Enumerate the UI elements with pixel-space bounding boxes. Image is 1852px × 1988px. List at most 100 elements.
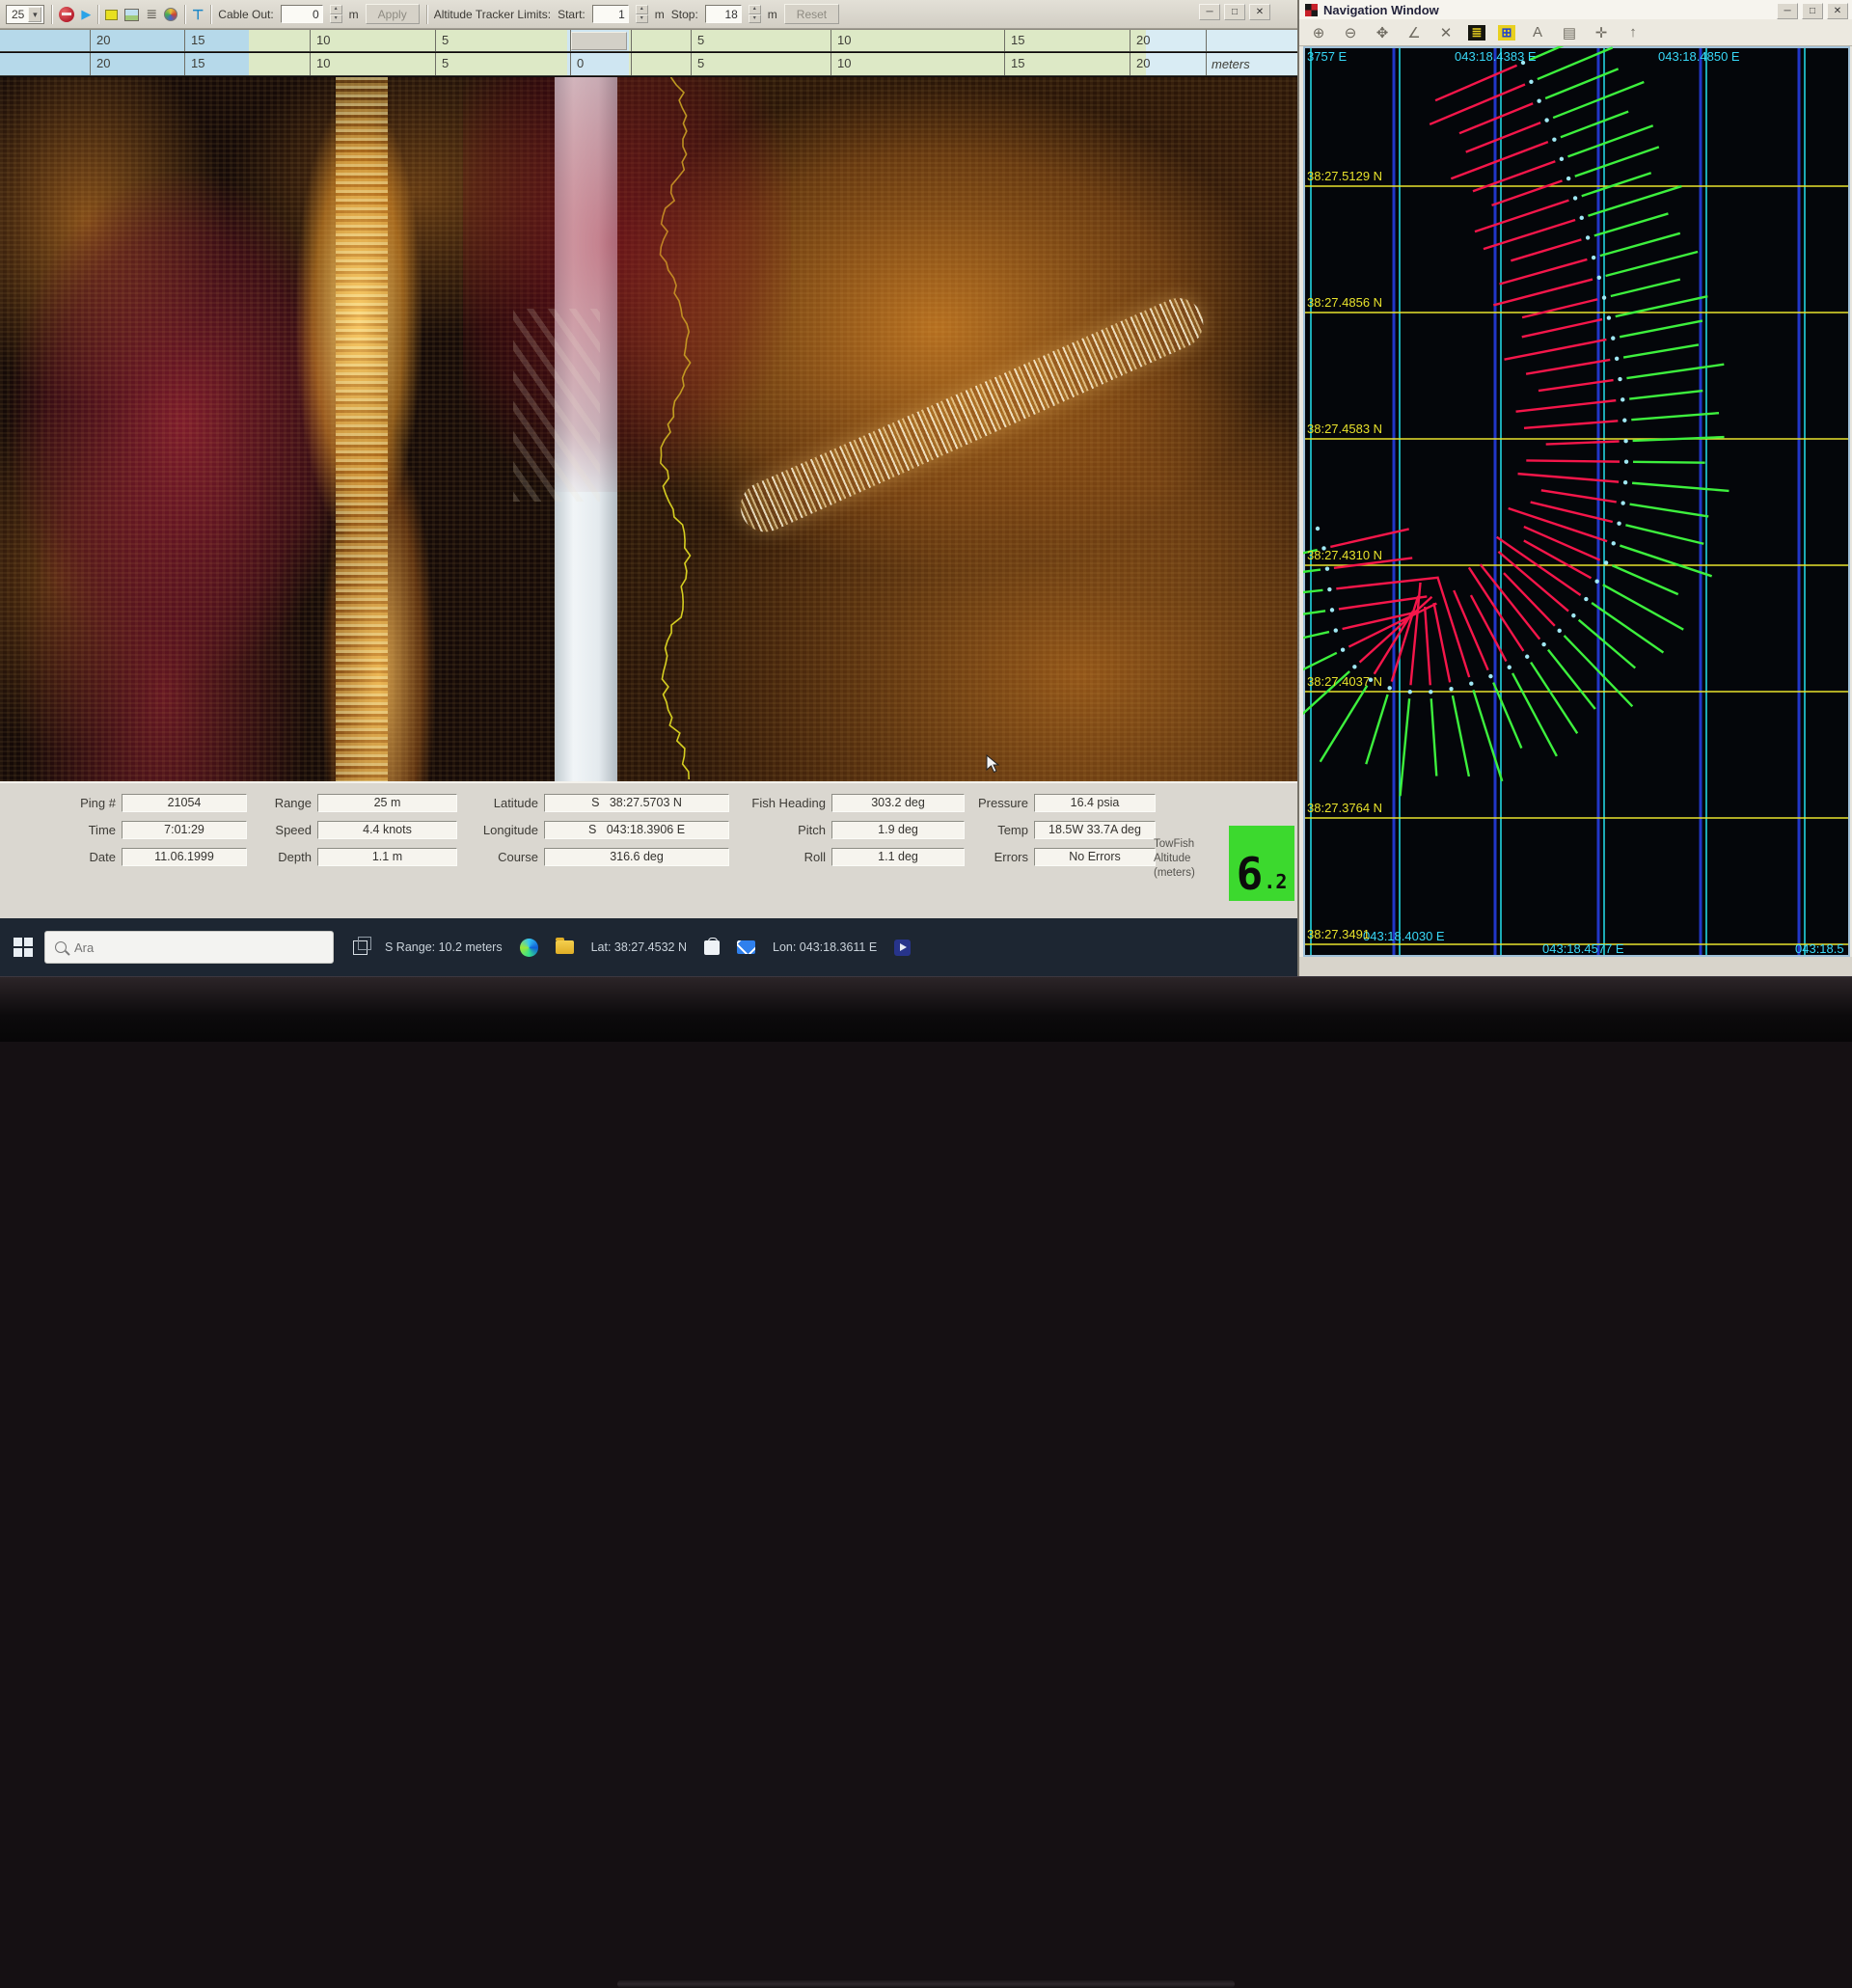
track-fix-dot — [1584, 597, 1588, 601]
track-fix-dot — [1592, 256, 1595, 259]
range-scale-dropdown[interactable]: 25 ▾ — [6, 5, 44, 24]
play-icon[interactable]: ▶ — [81, 7, 91, 22]
start-spinner[interactable]: ▴▾ — [636, 5, 648, 23]
navigation-chart[interactable]: 3757 E043:18.4383 E043:18.4850 E043:18.4… — [1303, 46, 1850, 957]
field-label: Errors — [972, 850, 1028, 864]
track-fix-dot — [1580, 216, 1584, 220]
print-icon[interactable]: ▤ — [1560, 23, 1579, 42]
stop-input[interactable] — [705, 5, 742, 23]
status-field-group: Ping #21054Time7:01:29Date11.06.1999 — [68, 791, 247, 872]
port-coverage-line — [1492, 180, 1563, 204]
tvg-tool-icon[interactable]: ⊤ — [192, 7, 204, 22]
reset-button[interactable]: Reset — [784, 4, 839, 24]
mail-icon[interactable] — [737, 940, 755, 954]
field-label: Temp — [972, 823, 1028, 837]
field-label: Pressure — [972, 796, 1028, 810]
palette-icon[interactable] — [164, 8, 177, 21]
minimize-icon[interactable]: ─ — [1777, 3, 1798, 19]
navigation-window-title: Navigation Window — [1323, 3, 1439, 17]
ruler-tick-label: 20 — [1136, 56, 1150, 70]
port-coverage-line — [1524, 527, 1600, 560]
navigation-window: Navigation Window ─ □ ✕ ⊕ ⊖ ✥ ∠ ✕ ≣ ⊞ A ▤ ✛ ↑ 3757… — [1297, 0, 1852, 976]
starboard-coverage-line — [1632, 483, 1729, 491]
starboard-coverage-line — [1321, 686, 1368, 762]
store-icon[interactable] — [704, 940, 720, 955]
start-input[interactable] — [592, 5, 629, 23]
start-button[interactable] — [14, 938, 33, 957]
field-value: S 043:18.3906 E — [544, 821, 729, 839]
annotate-icon[interactable]: A — [1528, 23, 1547, 42]
track-fix-dot — [1327, 587, 1331, 591]
field-label: Date — [68, 850, 116, 864]
task-view-icon[interactable] — [353, 940, 368, 955]
starboard-coverage-line — [1366, 694, 1387, 764]
track-fix-dot — [1488, 674, 1492, 678]
track-fix-dot — [1387, 686, 1391, 690]
edge-browser-icon[interactable] — [520, 939, 538, 957]
apply-button[interactable]: Apply — [366, 4, 420, 24]
crosshair-icon[interactable]: ✛ — [1592, 23, 1611, 42]
media-player-icon[interactable] — [894, 940, 911, 956]
search-input[interactable] — [74, 940, 306, 955]
port-coverage-line — [1454, 590, 1487, 670]
delete-icon[interactable]: ✕ — [1436, 23, 1456, 42]
navigation-titlebar[interactable]: Navigation Window ─ □ ✕ — [1299, 0, 1852, 19]
starboard-sonar-panel[interactable] — [617, 77, 1297, 781]
track-fix-dot — [1537, 98, 1540, 102]
starboard-coverage-line — [1623, 344, 1699, 357]
track-fix-dot — [1624, 460, 1628, 464]
port-coverage-line — [1522, 319, 1602, 337]
image-view-icon[interactable] — [124, 9, 139, 21]
longitude-label: 043:18.4383 E — [1455, 49, 1537, 64]
starboard-coverage-line — [1616, 296, 1708, 316]
zoom-out-icon[interactable]: ⊖ — [1341, 23, 1360, 42]
field-label: Depth — [259, 850, 312, 864]
cable-out-input[interactable] — [281, 5, 323, 23]
ruler-gridline — [184, 53, 185, 75]
file-explorer-icon[interactable] — [556, 940, 574, 954]
track-fix-dot — [1334, 628, 1338, 632]
track-fix-dot — [1612, 541, 1616, 545]
search-icon — [55, 941, 67, 953]
chevron-down-icon[interactable]: ▾ — [28, 7, 41, 22]
starboard-coverage-line — [1303, 611, 1325, 621]
color-swatch-icon[interactable] — [105, 10, 118, 20]
tiles-icon[interactable]: ⊞ — [1498, 25, 1515, 41]
field-label: Pitch — [739, 823, 826, 837]
ruler-tick-label: 15 — [191, 33, 204, 47]
close-icon[interactable]: ✕ — [1827, 3, 1848, 19]
pan-icon[interactable]: ✥ — [1373, 23, 1392, 42]
ruler-gridline — [691, 53, 692, 75]
starboard-coverage-line — [1606, 252, 1699, 276]
ruler-tick-label: 5 — [442, 33, 449, 47]
ruler-slider-handle[interactable] — [571, 32, 627, 50]
stop-spinner[interactable]: ▴▾ — [749, 5, 761, 23]
field-label: Roll — [739, 850, 826, 864]
track-fix-dot — [1617, 521, 1620, 525]
angle-icon[interactable]: ∠ — [1404, 23, 1424, 42]
pointer-icon[interactable]: ↑ — [1623, 23, 1643, 42]
latitude-label: 38:27.3764 N — [1307, 801, 1382, 815]
cable-out-spinner[interactable]: ▴▾ — [330, 5, 342, 23]
toolbar-separator — [210, 5, 211, 24]
lines-icon[interactable]: ≣ — [146, 7, 157, 22]
minimize-icon[interactable]: ─ — [1199, 4, 1220, 20]
track-fix-dot — [1607, 315, 1611, 319]
track-fix-dot — [1602, 295, 1606, 299]
track-fix-dot — [1560, 157, 1564, 161]
status-field-group: Fish Heading303.2 degPitch1.9 degRoll1.1… — [739, 791, 965, 872]
taskbar-search[interactable] — [44, 931, 334, 964]
port-sonar-panel[interactable] — [0, 77, 555, 781]
layers-icon[interactable]: ≣ — [1468, 25, 1485, 41]
record-icon[interactable] — [59, 7, 74, 22]
track-fix-dot — [1429, 690, 1432, 694]
zoom-in-icon[interactable]: ⊕ — [1309, 23, 1328, 42]
maximize-icon[interactable]: □ — [1802, 3, 1823, 19]
field-label: Ping # — [68, 796, 116, 810]
maximize-icon[interactable]: □ — [1224, 4, 1245, 20]
ruler-tick-label: 20 — [1136, 33, 1150, 47]
ruler-tick-label: 5 — [697, 56, 704, 70]
window-controls: ─ □ ✕ — [1777, 3, 1848, 19]
latitude-label: 38:27.5129 N — [1307, 169, 1382, 183]
close-icon[interactable]: ✕ — [1249, 4, 1270, 20]
